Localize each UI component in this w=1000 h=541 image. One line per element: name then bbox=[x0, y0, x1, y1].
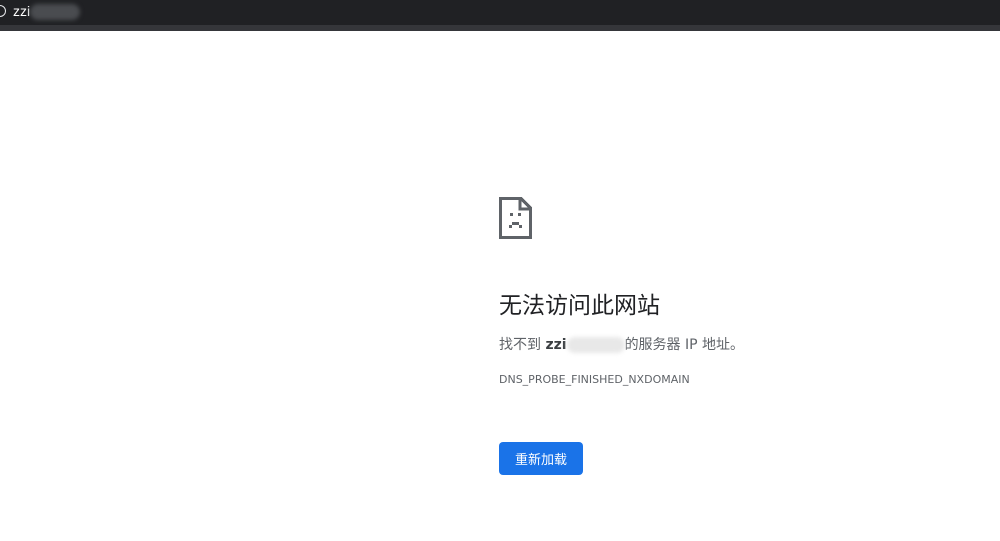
desc-prefix: 找不到 bbox=[499, 337, 546, 353]
page-title: 无法访问此网站 bbox=[499, 293, 660, 319]
toolbar-strip bbox=[0, 25, 1000, 31]
sad-document-icon bbox=[499, 197, 532, 239]
redacted-blur bbox=[566, 337, 625, 353]
tab-title-text: zzi bbox=[13, 3, 31, 19]
error-description: 找不到 zzi 的服务器 IP 地址。 bbox=[499, 334, 744, 354]
domain-name: zzi bbox=[545, 337, 567, 353]
browser-top-bar: zzi bbox=[0, 0, 1000, 25]
tab-title[interactable]: zzi bbox=[13, 3, 81, 21]
desc-suffix: 的服务器 IP 地址。 bbox=[624, 337, 745, 353]
globe-icon bbox=[0, 5, 6, 17]
error-code[interactable]: DNS_PROBE_FINISHED_NXDOMAIN bbox=[499, 373, 690, 386]
reload-button[interactable]: 重新加载 bbox=[499, 442, 583, 475]
redacted-blur bbox=[30, 4, 81, 21]
